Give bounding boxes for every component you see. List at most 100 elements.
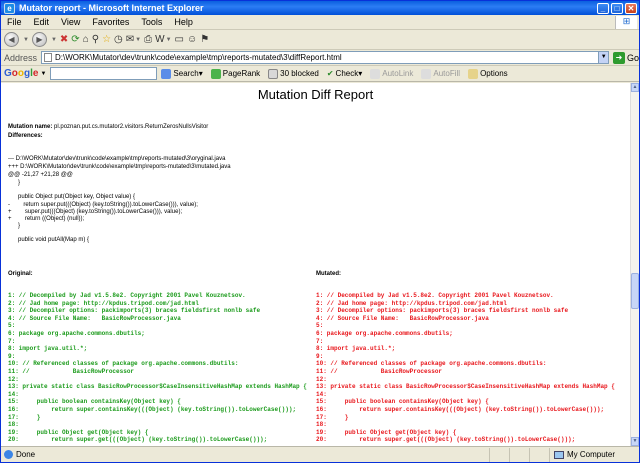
code-line: 12: (316, 375, 327, 383)
scroll-down-icon[interactable]: ▼ (631, 437, 639, 446)
go-button[interactable]: ➜ Go (612, 51, 639, 64)
autofill-button[interactable]: AutoFill (421, 68, 461, 79)
ie-status-icon (4, 450, 13, 459)
vertical-scrollbar[interactable]: ▲ ▼ (630, 83, 639, 446)
pagerank-icon (210, 68, 221, 79)
discuss-icon[interactable]: ▭ (175, 32, 184, 48)
back-icon[interactable]: ◀ (4, 32, 19, 47)
ie-app-icon: e (4, 2, 15, 14)
code-line: 8: import java.util.*; (8, 345, 88, 353)
autofill-icon (421, 68, 432, 79)
check-icon: ✔ (326, 68, 334, 78)
diff-line: - return super.put(((Object) (key.toStri… (8, 202, 198, 208)
home-icon[interactable]: ⌂ (83, 32, 89, 48)
forward-icon[interactable]: ▶ (31, 32, 47, 47)
code-line: 17: } (316, 413, 349, 421)
standard-toolbar: ◀ ▼ ▶ ▼ ✖ ⟳ ⌂ ⚲ ☆ ◷ ✉ ▼ ⎙ W ▼ ▭ ☺ ⚑ (1, 30, 639, 50)
code-line: 15: public boolean containsKey(Object ke… (316, 398, 489, 406)
code-line: 10: // Referenced classes of package org… (316, 360, 547, 368)
diff-line: public void putAll(Map m) { (8, 237, 90, 243)
print-icon[interactable]: ⎙ (144, 32, 152, 48)
popup-blocker[interactable]: 30 blocked (268, 68, 319, 79)
code-line: 6: package org.apache.commons.dbutils; (8, 330, 145, 337)
research-icon[interactable]: ⚑ (200, 32, 209, 48)
code-line: 7: (316, 337, 324, 345)
pagerank-indicator[interactable]: PageRank (210, 68, 261, 79)
search-icon[interactable]: ⚲ (92, 32, 99, 48)
address-dropdown-icon[interactable]: ▼ (598, 51, 609, 64)
favorites-star-icon[interactable]: ☆ (102, 32, 111, 48)
spellcheck-button[interactable]: ✔ Check ▾ (327, 69, 362, 79)
back-dropdown-icon[interactable]: ▼ (23, 37, 29, 43)
code-line: 16: return super.containsKey(((Object) (… (8, 406, 297, 413)
google-search-label: Search (173, 69, 199, 78)
code-line: 14: (8, 390, 19, 398)
autofill-label: AutoFill (433, 69, 461, 78)
code-line: 11: // BasicRowProcessor (316, 368, 443, 375)
edit-icon[interactable]: W ▼ (155, 32, 171, 48)
stop-icon[interactable]: ✖ (60, 32, 68, 48)
pagerank-label: PageRank (222, 69, 261, 78)
mutated-heading: Mutated: (316, 271, 341, 277)
diff-line: + super.put(((Object) (key.toString()).t… (8, 209, 183, 215)
google-search-button[interactable]: Search ▾ (161, 68, 203, 79)
messenger-icon[interactable]: ☺ (187, 32, 197, 48)
address-url: D:\WORK\Mutator\dev\trunk\code\example\t… (55, 53, 342, 62)
diff-line: public Object put(Object key, Object val… (8, 194, 135, 200)
status-text: Done (16, 450, 36, 459)
google-g-icon (161, 68, 172, 79)
autolink-icon (370, 68, 381, 79)
code-line: 18: (8, 421, 19, 429)
diff-line: + return ((Object) (null)); (8, 216, 85, 222)
menu-view[interactable]: View (55, 17, 86, 27)
code-line: 15: public boolean containsKey(Object ke… (8, 398, 181, 406)
code-line: 13: private static class BasicRowProcess… (316, 383, 615, 391)
code-line: 4: // Source File Name: BasicRowProcesso… (8, 314, 181, 322)
code-line: 2: // Jad home page: http://kpdus.tripod… (8, 299, 199, 307)
menu-favorites[interactable]: Favorites (86, 17, 135, 27)
differences-heading: Differences: (8, 133, 43, 139)
autolink-button[interactable]: AutoLink (370, 68, 413, 79)
code-line: 2: // Jad home page: http://kpdus.tripod… (316, 299, 507, 307)
history-icon[interactable]: ◷ (114, 32, 123, 48)
code-line: 1: // Decompiled by Jad v1.5.8e2. Copyri… (316, 292, 554, 299)
menu-tools[interactable]: Tools (135, 17, 168, 27)
code-line: 4: // Source File Name: BasicRowProcesso… (316, 314, 489, 322)
status-segment (489, 447, 509, 462)
close-button[interactable]: ✕ (625, 2, 637, 14)
address-bar: Address D:\WORK\Mutator\dev\trunk\code\e… (1, 50, 639, 66)
google-logo[interactable]: Google (4, 68, 38, 79)
code-line: 7: (8, 337, 16, 345)
options-icon (468, 68, 479, 79)
original-heading: Original: (8, 271, 33, 277)
report-title: Mutation Diff Report (257, 87, 374, 102)
code-line: 19: public Object get(Object key) { (8, 428, 149, 436)
code-line: 3: // Decompiler options: packimports(3)… (8, 307, 261, 315)
options-button[interactable]: Options (468, 68, 508, 79)
mutation-name: Mutation name: pl.poznan.put.cs.mutator2… (8, 124, 208, 130)
forward-dropdown-icon[interactable]: ▼ (51, 37, 57, 43)
menu-file[interactable]: File (1, 17, 28, 27)
code-line: 9: (8, 352, 16, 360)
go-label: Go (626, 52, 639, 63)
options-label: Options (480, 69, 508, 78)
scroll-up-icon[interactable]: ▲ (631, 83, 639, 92)
maximize-button[interactable]: □ (611, 2, 623, 14)
menu-edit[interactable]: Edit (28, 17, 56, 27)
google-search-input[interactable] (50, 67, 158, 80)
google-dropdown-icon[interactable]: ▼ (40, 71, 46, 77)
refresh-icon[interactable]: ⟳ (71, 32, 79, 48)
title-bar[interactable]: e Mutator report - Microsoft Internet Ex… (1, 1, 639, 15)
minimize-button[interactable]: _ (597, 2, 609, 14)
address-input[interactable]: D:\WORK\Mutator\dev\trunk\code\example\t… (41, 51, 600, 64)
code-line: 3: // Decompiler options: packimports(3)… (316, 307, 569, 315)
check-label: Check (335, 69, 359, 78)
code-line: 1: // Decompiled by Jad v1.5.8e2. Copyri… (8, 292, 246, 299)
status-segment (509, 447, 529, 462)
differences-label: Differences: (8, 133, 43, 139)
menu-help[interactable]: Help (168, 17, 199, 27)
mail-icon[interactable]: ✉ ▼ (126, 32, 141, 48)
status-segment (529, 447, 549, 462)
code-line: 11: // BasicRowProcessor (8, 368, 135, 375)
scroll-thumb[interactable] (631, 273, 639, 309)
